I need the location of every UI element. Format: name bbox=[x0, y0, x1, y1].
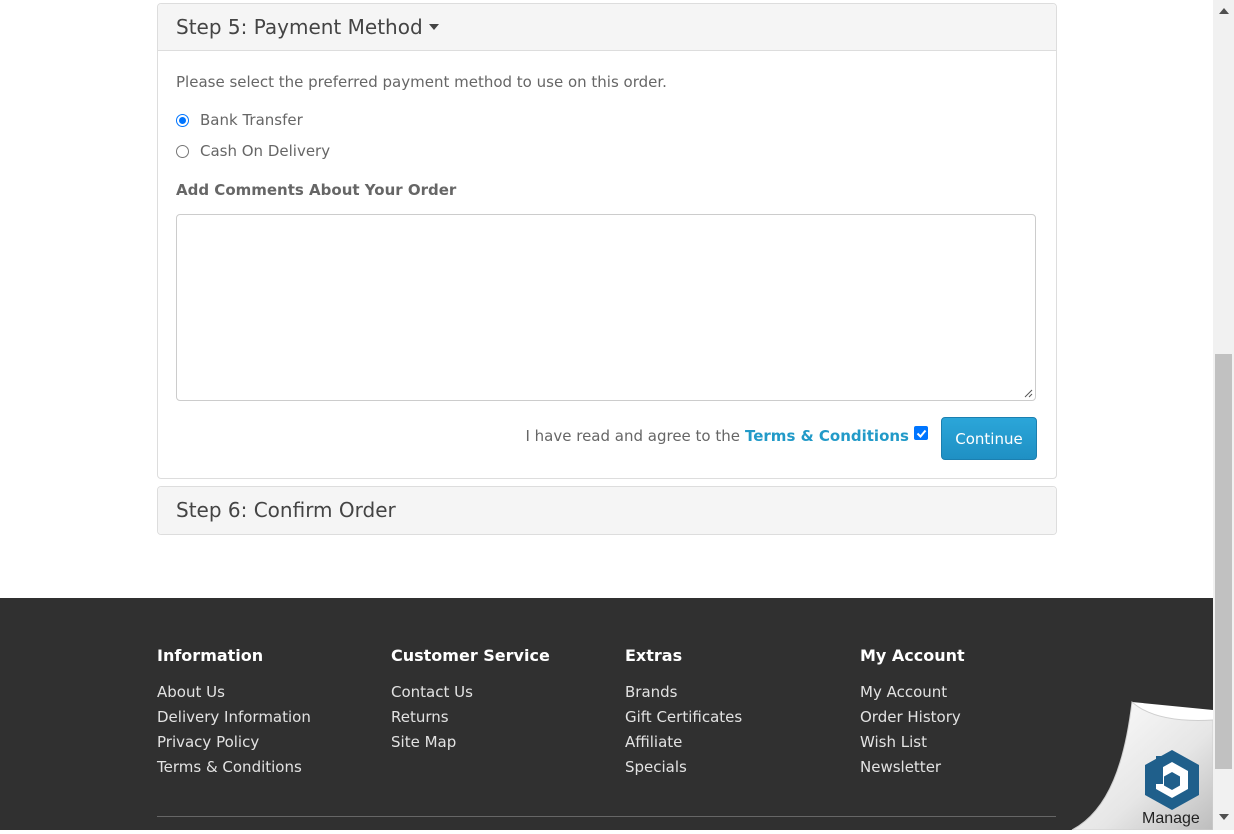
footer-heading: Extras bbox=[625, 646, 683, 665]
site-footer: Information About Us Delivery Informatio… bbox=[0, 598, 1213, 830]
checkout-main: Step 5: Payment Method Please select the… bbox=[0, 0, 1213, 598]
manage-widget[interactable]: Manage bbox=[1070, 700, 1214, 831]
payment-option-bank-transfer[interactable]: Bank Transfer bbox=[176, 111, 303, 129]
footer-link-gift-certificates[interactable]: Gift Certificates bbox=[625, 705, 742, 730]
step5-heading[interactable]: Step 5: Payment Method bbox=[158, 4, 1056, 51]
agree-text: I have read and agree to the bbox=[525, 427, 740, 445]
footer-link-brands[interactable]: Brands bbox=[625, 680, 742, 705]
footer-link-site-map[interactable]: Site Map bbox=[391, 730, 550, 755]
step6-heading[interactable]: Step 6: Confirm Order bbox=[158, 487, 1056, 534]
payment-option-label: Cash On Delivery bbox=[200, 142, 331, 160]
manage-logo-icon bbox=[1145, 750, 1199, 810]
terms-conditions-link[interactable]: Terms & Conditions bbox=[745, 427, 909, 445]
footer-link-delivery-information[interactable]: Delivery Information bbox=[157, 705, 311, 730]
agree-checkbox[interactable] bbox=[914, 426, 928, 440]
manage-label: Manage bbox=[1142, 810, 1200, 827]
radio-bank-transfer[interactable] bbox=[176, 113, 189, 127]
footer-link-terms-conditions[interactable]: Terms & Conditions bbox=[157, 755, 311, 780]
footer-heading: Customer Service bbox=[391, 646, 550, 665]
footer-column-my-account: My Account My Account Order History Wish… bbox=[860, 646, 965, 780]
step6-title: Step 6: Confirm Order bbox=[176, 498, 396, 522]
continue-button[interactable]: Continue bbox=[941, 417, 1037, 460]
footer-link-privacy-policy[interactable]: Privacy Policy bbox=[157, 730, 311, 755]
scrollbar-thumb[interactable] bbox=[1215, 354, 1232, 769]
payment-option-label: Bank Transfer bbox=[200, 111, 303, 129]
footer-link-my-account[interactable]: My Account bbox=[860, 680, 965, 705]
footer-heading: My Account bbox=[860, 646, 965, 665]
scroll-down-arrow-icon[interactable] bbox=[1219, 814, 1229, 820]
caret-down-icon bbox=[428, 23, 439, 30]
vertical-scrollbar[interactable] bbox=[1213, 0, 1234, 830]
footer-link-about-us[interactable]: About Us bbox=[157, 680, 311, 705]
comments-textarea[interactable] bbox=[176, 214, 1036, 401]
footer-link-contact-us[interactable]: Contact Us bbox=[391, 680, 550, 705]
checkmark-icon bbox=[916, 429, 926, 438]
footer-column-customer-service: Customer Service Contact Us Returns Site… bbox=[391, 646, 550, 755]
footer-divider bbox=[157, 816, 1056, 817]
footer-link-newsletter[interactable]: Newsletter bbox=[860, 755, 965, 780]
footer-column-extras: Extras Brands Gift Certificates Affiliat… bbox=[625, 646, 742, 780]
footer-link-order-history[interactable]: Order History bbox=[860, 705, 965, 730]
resize-grip-icon[interactable] bbox=[1023, 388, 1033, 398]
footer-link-returns[interactable]: Returns bbox=[391, 705, 550, 730]
payment-instruction: Please select the preferred payment meth… bbox=[176, 73, 667, 91]
scroll-up-arrow-icon[interactable] bbox=[1219, 8, 1229, 14]
comments-label: Add Comments About Your Order bbox=[176, 181, 457, 199]
footer-link-wish-list[interactable]: Wish List bbox=[860, 730, 965, 755]
footer-column-information: Information About Us Delivery Informatio… bbox=[157, 646, 311, 780]
step6-panel: Step 6: Confirm Order bbox=[157, 486, 1057, 535]
radio-cash-on-delivery[interactable] bbox=[176, 144, 189, 158]
footer-link-specials[interactable]: Specials bbox=[625, 755, 742, 780]
payment-option-cash-on-delivery[interactable]: Cash On Delivery bbox=[176, 142, 330, 160]
agree-terms-row: I have read and agree to the Terms & Con… bbox=[525, 426, 928, 445]
footer-link-affiliate[interactable]: Affiliate bbox=[625, 730, 742, 755]
step5-panel: Step 5: Payment Method Please select the… bbox=[157, 3, 1057, 479]
step5-title: Step 5: Payment Method bbox=[176, 15, 423, 39]
footer-heading: Information bbox=[157, 646, 264, 665]
